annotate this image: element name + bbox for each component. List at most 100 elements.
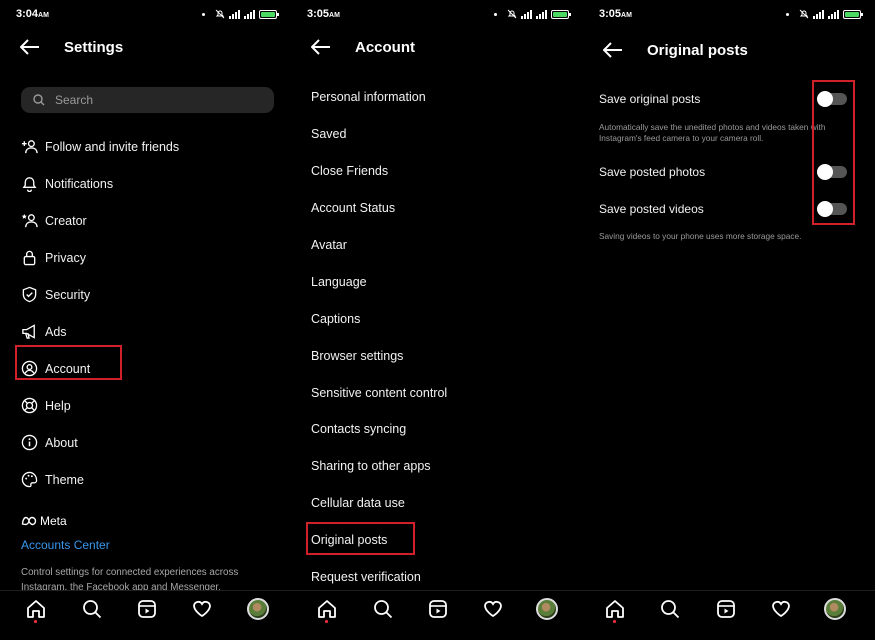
settings-item-follow[interactable]: Follow and invite friends [20, 128, 280, 165]
clock: 3:05 [599, 8, 622, 20]
settings-item-label: Help [45, 398, 71, 413]
account-item-sensitive-content[interactable]: Sensitive content control [311, 374, 571, 411]
battery-icon [551, 9, 571, 19]
battery-icon [259, 9, 279, 19]
notification-dot-icon [786, 12, 789, 16]
account-menu: Personal information Saved Close Friends… [311, 79, 571, 595]
account-item-saved[interactable]: Saved [311, 116, 571, 153]
signal-icon [229, 9, 240, 19]
mute-icon [215, 9, 225, 19]
profile-avatar[interactable] [536, 598, 558, 620]
notification-dot [325, 620, 328, 623]
back-arrow-icon[interactable] [20, 39, 40, 55]
account-item-captions[interactable]: Captions [311, 300, 571, 337]
account-item-cellular-data[interactable]: Cellular data use [311, 485, 571, 522]
account-item-account-status[interactable]: Account Status [311, 190, 571, 227]
heart-icon[interactable] [483, 599, 503, 619]
settings-item-label: Creator [45, 213, 87, 228]
settings-item-notifications[interactable]: Notifications [20, 165, 280, 202]
save-posted-photos-label: Save posted photos [599, 165, 706, 179]
home-icon[interactable] [605, 599, 625, 619]
battery-icon [843, 9, 863, 19]
notification-dot [34, 620, 37, 623]
bell-icon [22, 177, 36, 192]
reels-icon[interactable] [428, 599, 448, 619]
signal-icon-2 [828, 9, 839, 19]
save-original-posts-label: Save original posts [599, 92, 701, 106]
heart-icon[interactable] [192, 599, 212, 619]
account-item-browser-settings[interactable]: Browser settings [311, 337, 571, 374]
account-item-sharing[interactable]: Sharing to other apps [311, 448, 571, 485]
bottom-nav [291, 590, 583, 640]
settings-item-about[interactable]: About [20, 424, 280, 461]
search-input[interactable] [55, 93, 255, 107]
signal-icon-2 [244, 9, 255, 19]
settings-item-label: Security [45, 287, 91, 302]
back-arrow-icon[interactable] [311, 39, 331, 55]
bottom-nav [0, 590, 291, 640]
home-icon[interactable] [26, 599, 46, 619]
settings-item-security[interactable]: Security [20, 276, 280, 313]
search-icon[interactable] [82, 599, 102, 619]
signal-icon [521, 9, 532, 19]
settings-screen: 3:04AM Settings Follow and invite friend… [0, 0, 291, 640]
search-icon[interactable] [660, 599, 680, 619]
reels-icon[interactable] [137, 599, 157, 619]
search-bar[interactable] [21, 87, 274, 113]
mute-icon [799, 9, 809, 19]
search-icon [33, 94, 45, 106]
profile-avatar[interactable] [824, 598, 846, 620]
meta-logo-icon [21, 516, 37, 526]
reels-icon[interactable] [716, 599, 736, 619]
page-title: Original posts [647, 41, 748, 59]
account-item-language[interactable]: Language [311, 263, 571, 300]
settings-item-label: About [45, 435, 78, 450]
profile-avatar[interactable] [247, 598, 269, 620]
page-title: Settings [64, 38, 124, 56]
heart-icon[interactable] [771, 599, 791, 619]
settings-item-creator[interactable]: Creator [20, 202, 280, 239]
info-icon [21, 434, 37, 451]
account-item-avatar[interactable]: Avatar [311, 227, 571, 264]
save-posted-videos-label: Save posted videos [599, 202, 704, 216]
signal-icon [813, 9, 824, 19]
back-arrow-icon[interactable] [603, 42, 623, 58]
header: Original posts [583, 37, 875, 63]
highlight-box-account [15, 345, 122, 380]
settings-item-label: Notifications [45, 176, 114, 191]
save-posted-videos-description: Saving videos to your phone uses more st… [599, 231, 802, 241]
palette-icon [21, 471, 37, 488]
clock: 3:04 [16, 8, 39, 20]
settings-item-help[interactable]: Help [20, 387, 280, 424]
account-item-personal-information[interactable]: Personal information [311, 79, 571, 116]
account-screen: 3:05AM Account Personal information Save… [291, 0, 583, 640]
notification-dot [613, 620, 616, 623]
header: Account [291, 34, 583, 60]
settings-item-privacy[interactable]: Privacy [20, 239, 280, 276]
notification-dot-icon [494, 12, 497, 16]
settings-menu: Follow and invite friends Notifications … [20, 128, 280, 498]
home-icon[interactable] [317, 599, 337, 619]
highlight-box-original-posts [306, 522, 415, 555]
accounts-center-link[interactable]: Accounts Center [21, 538, 110, 552]
signal-icon-2 [536, 9, 547, 19]
header: Settings [0, 34, 291, 60]
status-bar: 3:05AM [583, 8, 875, 24]
creator-icon [21, 213, 38, 228]
settings-item-label: Theme [45, 472, 84, 487]
account-item-contacts-syncing[interactable]: Contacts syncing [311, 411, 571, 448]
megaphone-icon [21, 324, 35, 339]
clock: 3:05 [307, 8, 330, 20]
shield-icon [22, 286, 36, 303]
lifebuoy-icon [21, 397, 37, 414]
notification-dot-icon [202, 12, 205, 16]
search-icon[interactable] [373, 599, 393, 619]
bottom-nav [583, 590, 875, 640]
original-posts-screen: 3:05AM Original posts Save original post… [583, 0, 875, 640]
settings-item-theme[interactable]: Theme [20, 461, 280, 498]
account-item-close-friends[interactable]: Close Friends [311, 153, 571, 190]
page-title: Account [355, 38, 415, 56]
settings-item-label: Follow and invite friends [45, 139, 180, 154]
highlight-box-toggles [812, 80, 855, 225]
meta-logo: Meta [21, 514, 67, 528]
